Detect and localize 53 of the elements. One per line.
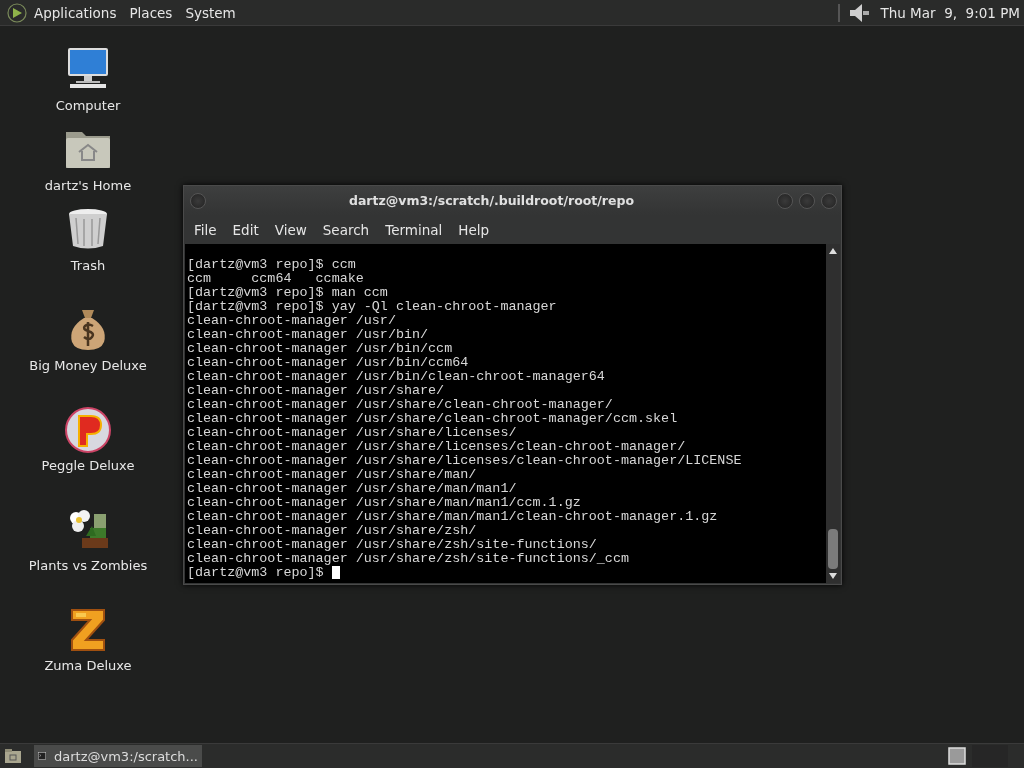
terminal-line: clean-chroot-manager /usr/share/ — [187, 384, 446, 398]
terminal-line: ccm ccm64 ccmake — [187, 272, 365, 286]
show-desktop-icon[interactable] — [4, 748, 22, 764]
menu-item[interactable]: Search — [314, 221, 378, 238]
scroll-up-icon[interactable] — [829, 248, 837, 254]
icon-label[interactable]: Computer — [55, 98, 121, 113]
terminal-prompt: [dartz@vm3 repo]$ — [187, 565, 325, 580]
terminal-line: clean-chroot-manager /usr/ — [187, 314, 397, 328]
terminal-line: clean-chroot-manager /usr/share/man/man1/clean-chroot-manager.1.gz — [187, 510, 719, 524]
terminal-line: clean-chroot-manager /usr/share/man/man1/ccm.1.gz — [187, 496, 582, 510]
menu-item[interactable]: View — [266, 221, 315, 238]
icon-label[interactable]: Zuma Deluxe — [44, 658, 132, 673]
terminal-line: [dartz@vm3 repo]$ man ccm — [187, 286, 389, 300]
clock[interactable]: Thu Mar 9, 9:01 PM — [880, 4, 1020, 21]
terminal-line: clean-chroot-manager /usr/share/zsh/site-functions/_ccm — [187, 552, 630, 566]
terminal-line: clean-chroot-manager /usr/share/zsh/ — [187, 524, 478, 538]
menu-item[interactable]: Edit — [224, 221, 267, 238]
menu-item[interactable]: Places — [127, 4, 180, 21]
window-title: dartz@vm3:/scratch/.buildroot/root/repo — [347, 193, 636, 208]
scrollbar[interactable] — [826, 244, 840, 583]
icon-label[interactable]: Plants vs Zombies — [28, 558, 148, 573]
icon-label[interactable]: dartz's Home — [44, 178, 132, 193]
terminal-line: clean-chroot-manager /usr/bin/ — [187, 328, 430, 342]
handle-icon[interactable] — [836, 2, 843, 23]
terminal-line: clean-chroot-manager /usr/bin/clean-chroot-manager64 — [187, 370, 606, 384]
terminal-line: clean-chroot-manager /usr/share/zsh/site-functions/ — [187, 538, 598, 552]
terminal-line: clean-chroot-manager /usr/share/clean-chroot-manager/ccm.skel — [187, 412, 679, 426]
icon-label[interactable]: Big Money Deluxe — [29, 358, 147, 373]
terminal-line: clean-chroot-manager /usr/share/licenses/ — [187, 426, 518, 440]
terminal-line: clean-chroot-manager /usr/share/man/ — [187, 468, 478, 482]
ball-icon[interactable] — [64, 406, 112, 454]
workspace-switcher-icon[interactable] — [948, 747, 966, 765]
terminal-line: [dartz@vm3 repo]$ yay -Ql clean-chroot-manager — [187, 300, 558, 314]
menu-item[interactable]: Terminal — [377, 221, 451, 238]
terminal-icon — [38, 749, 46, 763]
menu-item[interactable]: File — [186, 221, 225, 238]
scroll-down-icon[interactable] — [829, 573, 837, 579]
menu-item[interactable]: Help — [450, 221, 498, 238]
terminal-line: clean-chroot-manager /usr/share/licenses/clean-chroot-manager/ — [187, 440, 687, 454]
terminal-line: clean-chroot-manager /usr/share/man/man1/ — [187, 482, 518, 496]
terminal-line: clean-chroot-manager /usr/bin/ccm64 — [187, 356, 470, 370]
terminal-line: [dartz@vm3 repo]$ ccm — [187, 258, 357, 272]
logo-icon[interactable] — [7, 2, 27, 23]
menu-item[interactable]: Applications — [32, 4, 124, 21]
terminal-line: clean-chroot-manager /usr/share/licenses/clean-chroot-manager/LICENSE — [187, 454, 743, 468]
scrollbar-thumb[interactable] — [828, 529, 838, 569]
menu-item[interactable]: System — [183, 4, 243, 21]
icon-label[interactable]: Peggle Deluxe — [41, 458, 135, 473]
taskbar-button[interactable]: dartz@vm3:/scratch... — [34, 745, 202, 767]
text-cursor — [331, 566, 340, 579]
icon-label[interactable]: Trash — [70, 258, 106, 273]
terminal-line: clean-chroot-manager /usr/share/clean-chroot-manager/ — [187, 398, 614, 412]
terminal-line: clean-chroot-manager /usr/bin/ccm — [187, 342, 454, 356]
